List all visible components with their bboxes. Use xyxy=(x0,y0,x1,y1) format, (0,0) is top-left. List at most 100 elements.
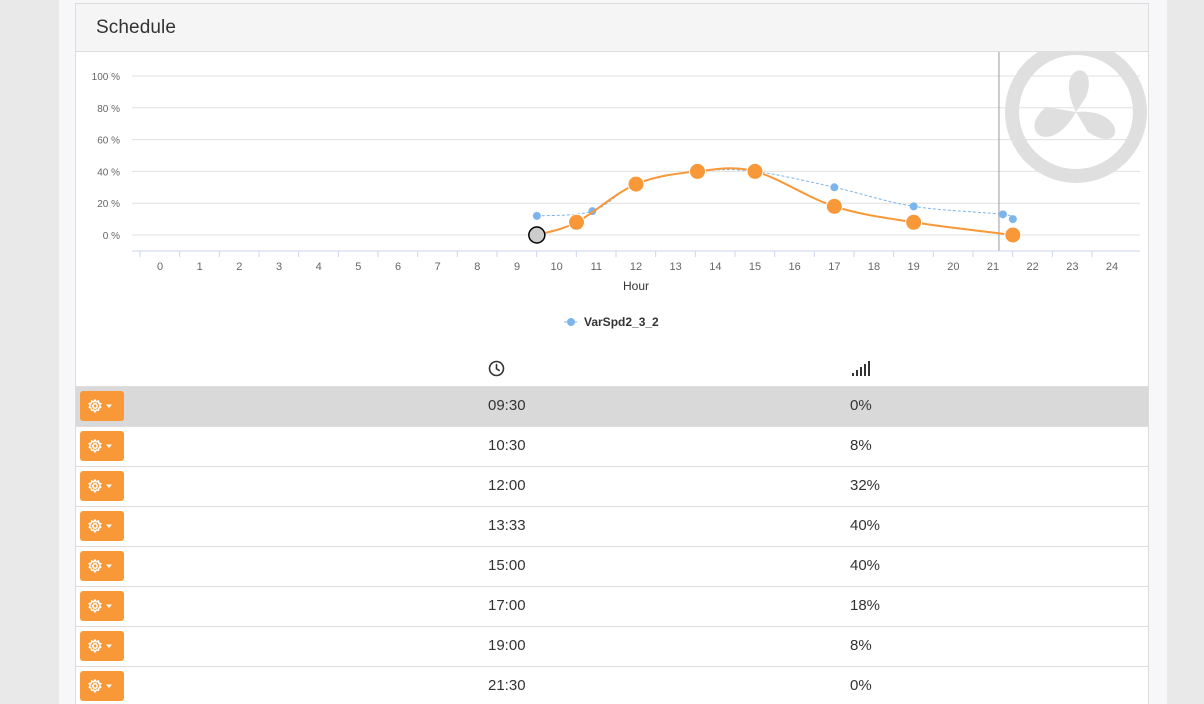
row-time: 12:00 xyxy=(488,477,526,494)
row-value: 18% xyxy=(850,597,881,614)
x-tick-label: 14 xyxy=(709,261,721,273)
y-tick-label: 100 % xyxy=(92,72,120,83)
gear-icon xyxy=(88,438,112,454)
schedule-point[interactable] xyxy=(1004,226,1022,244)
table-row[interactable]: 17:00 18% xyxy=(76,587,1148,627)
legend-label: VarSpd2_3_2 xyxy=(584,315,659,329)
caret-down-icon xyxy=(106,524,112,528)
row-settings-button[interactable] xyxy=(80,631,124,661)
x-tick-label: 2 xyxy=(236,261,242,273)
gear-icon xyxy=(88,638,112,654)
row-settings-button[interactable] xyxy=(80,391,124,421)
row-time: 17:00 xyxy=(488,597,526,614)
x-tick-label: 4 xyxy=(316,261,322,273)
legend-marker xyxy=(567,318,575,326)
caret-down-icon xyxy=(106,564,112,568)
x-tick-label: 17 xyxy=(828,261,840,273)
x-tick-label: 23 xyxy=(1066,261,1078,273)
gear-icon xyxy=(88,558,112,574)
x-tick-label: 11 xyxy=(591,261,602,273)
row-time: 19:00 xyxy=(488,637,526,654)
y-tick-label: 20 % xyxy=(97,199,120,210)
row-value: 0% xyxy=(850,677,872,694)
table-header xyxy=(76,352,1148,387)
schedule-chart[interactable]: 0 % 20 % 40 % 60 % 80 % 100 % 0 1 2 3 4 5 6 7 8 9 10 11 12… xyxy=(76,52,1149,352)
y-tick-label: 80 % xyxy=(97,104,120,115)
table-row[interactable]: 09:30 0% xyxy=(76,387,1148,427)
schedule-point[interactable] xyxy=(627,175,645,193)
caret-down-icon xyxy=(106,484,112,488)
row-time: 10:30 xyxy=(488,437,526,454)
gear-icon xyxy=(88,518,112,534)
row-time: 21:30 xyxy=(488,677,526,694)
table-row[interactable]: 12:00 32% xyxy=(76,467,1148,507)
schedule-point[interactable] xyxy=(746,162,764,180)
x-tick-label: 15 xyxy=(749,261,761,273)
y-tick-label: 40 % xyxy=(97,167,120,178)
gear-icon xyxy=(88,398,112,414)
gear-icon xyxy=(88,598,112,614)
row-settings-button[interactable] xyxy=(80,431,124,461)
series-point-varspd[interactable] xyxy=(532,211,541,220)
row-settings-button[interactable] xyxy=(80,551,124,581)
series-line-schedule xyxy=(536,167,1013,236)
x-tick-label: 12 xyxy=(630,261,642,273)
caret-down-icon xyxy=(106,644,112,648)
series-point-varspd[interactable] xyxy=(830,183,839,192)
panel-heading: Schedule xyxy=(76,4,1148,52)
series-point-varspd[interactable] xyxy=(998,210,1007,219)
row-settings-button[interactable] xyxy=(80,591,124,621)
row-time: 09:30 xyxy=(488,397,526,414)
row-settings-button[interactable] xyxy=(80,471,124,501)
schedule-table: 09:30 0% 10:30 8% 12:00 32% 13:33 40% 15:00 40% 17… xyxy=(76,352,1148,704)
gear-icon xyxy=(88,478,112,494)
x-tick-label: 9 xyxy=(514,261,520,273)
x-tick-label: 0 xyxy=(157,261,163,273)
x-tick-label: 13 xyxy=(670,261,682,273)
schedule-point[interactable] xyxy=(825,197,843,215)
table-body: 09:30 0% 10:30 8% 12:00 32% 13:33 40% 15:00 40% 17… xyxy=(76,387,1148,704)
row-value: 40% xyxy=(850,557,881,574)
caret-down-icon xyxy=(106,684,112,688)
x-tick-label: 20 xyxy=(947,261,959,273)
row-value: 0% xyxy=(850,397,872,414)
table-row[interactable]: 10:30 8% xyxy=(76,427,1148,467)
row-value: 40% xyxy=(850,517,881,534)
caret-down-icon xyxy=(106,444,112,448)
x-tick-label: 6 xyxy=(395,261,401,273)
schedule-point[interactable] xyxy=(688,162,706,180)
row-time: 15:00 xyxy=(488,557,526,574)
schedule-point-selected[interactable] xyxy=(528,226,546,244)
row-settings-button[interactable] xyxy=(80,511,124,541)
y-tick-label: 60 % xyxy=(97,136,120,147)
x-tick-label: 21 xyxy=(987,261,999,273)
x-tick-label: 7 xyxy=(435,261,441,273)
y-tick-label: 0 % xyxy=(103,231,120,242)
table-row[interactable]: 19:00 8% xyxy=(76,627,1148,667)
x-tick-label: 22 xyxy=(1027,261,1039,273)
table-row[interactable]: 13:33 40% xyxy=(76,507,1148,547)
schedule-point[interactable] xyxy=(568,213,585,231)
x-tick-label: 8 xyxy=(474,261,480,273)
x-tick-label: 1 xyxy=(197,261,203,273)
series-point-varspd[interactable] xyxy=(1008,215,1017,224)
row-settings-button[interactable] xyxy=(80,671,124,701)
page: Schedule 0 % 20 % 40 % 60 % 80 % 100 % 0 1 2 3 4 5 6… xyxy=(59,0,1167,704)
x-axis-title: Hour xyxy=(623,279,649,293)
x-tick-label: 3 xyxy=(276,261,282,273)
brand-watermark-icon xyxy=(1005,52,1147,183)
series-line-varspd xyxy=(536,169,1014,220)
x-tick-label: 10 xyxy=(551,261,563,273)
gear-icon xyxy=(88,678,112,694)
x-tick-label: 16 xyxy=(789,261,801,273)
row-value: 8% xyxy=(850,637,872,654)
schedule-point[interactable] xyxy=(905,213,923,231)
table-row[interactable]: 21:30 0% xyxy=(76,667,1148,704)
row-value: 8% xyxy=(850,437,872,454)
x-tick-label: 18 xyxy=(868,261,880,273)
chart-svg[interactable]: 0 %20 %40 %60 %80 %100 %0 1 2 3 4 5 6 7 8 9 10 11 12… xyxy=(76,52,1149,352)
series-point-varspd[interactable] xyxy=(909,202,918,211)
table-row[interactable]: 15:00 40% xyxy=(76,547,1148,587)
legend-item-varspd[interactable]: VarSpd2_3_2 xyxy=(564,315,659,329)
clock-icon xyxy=(488,360,505,382)
